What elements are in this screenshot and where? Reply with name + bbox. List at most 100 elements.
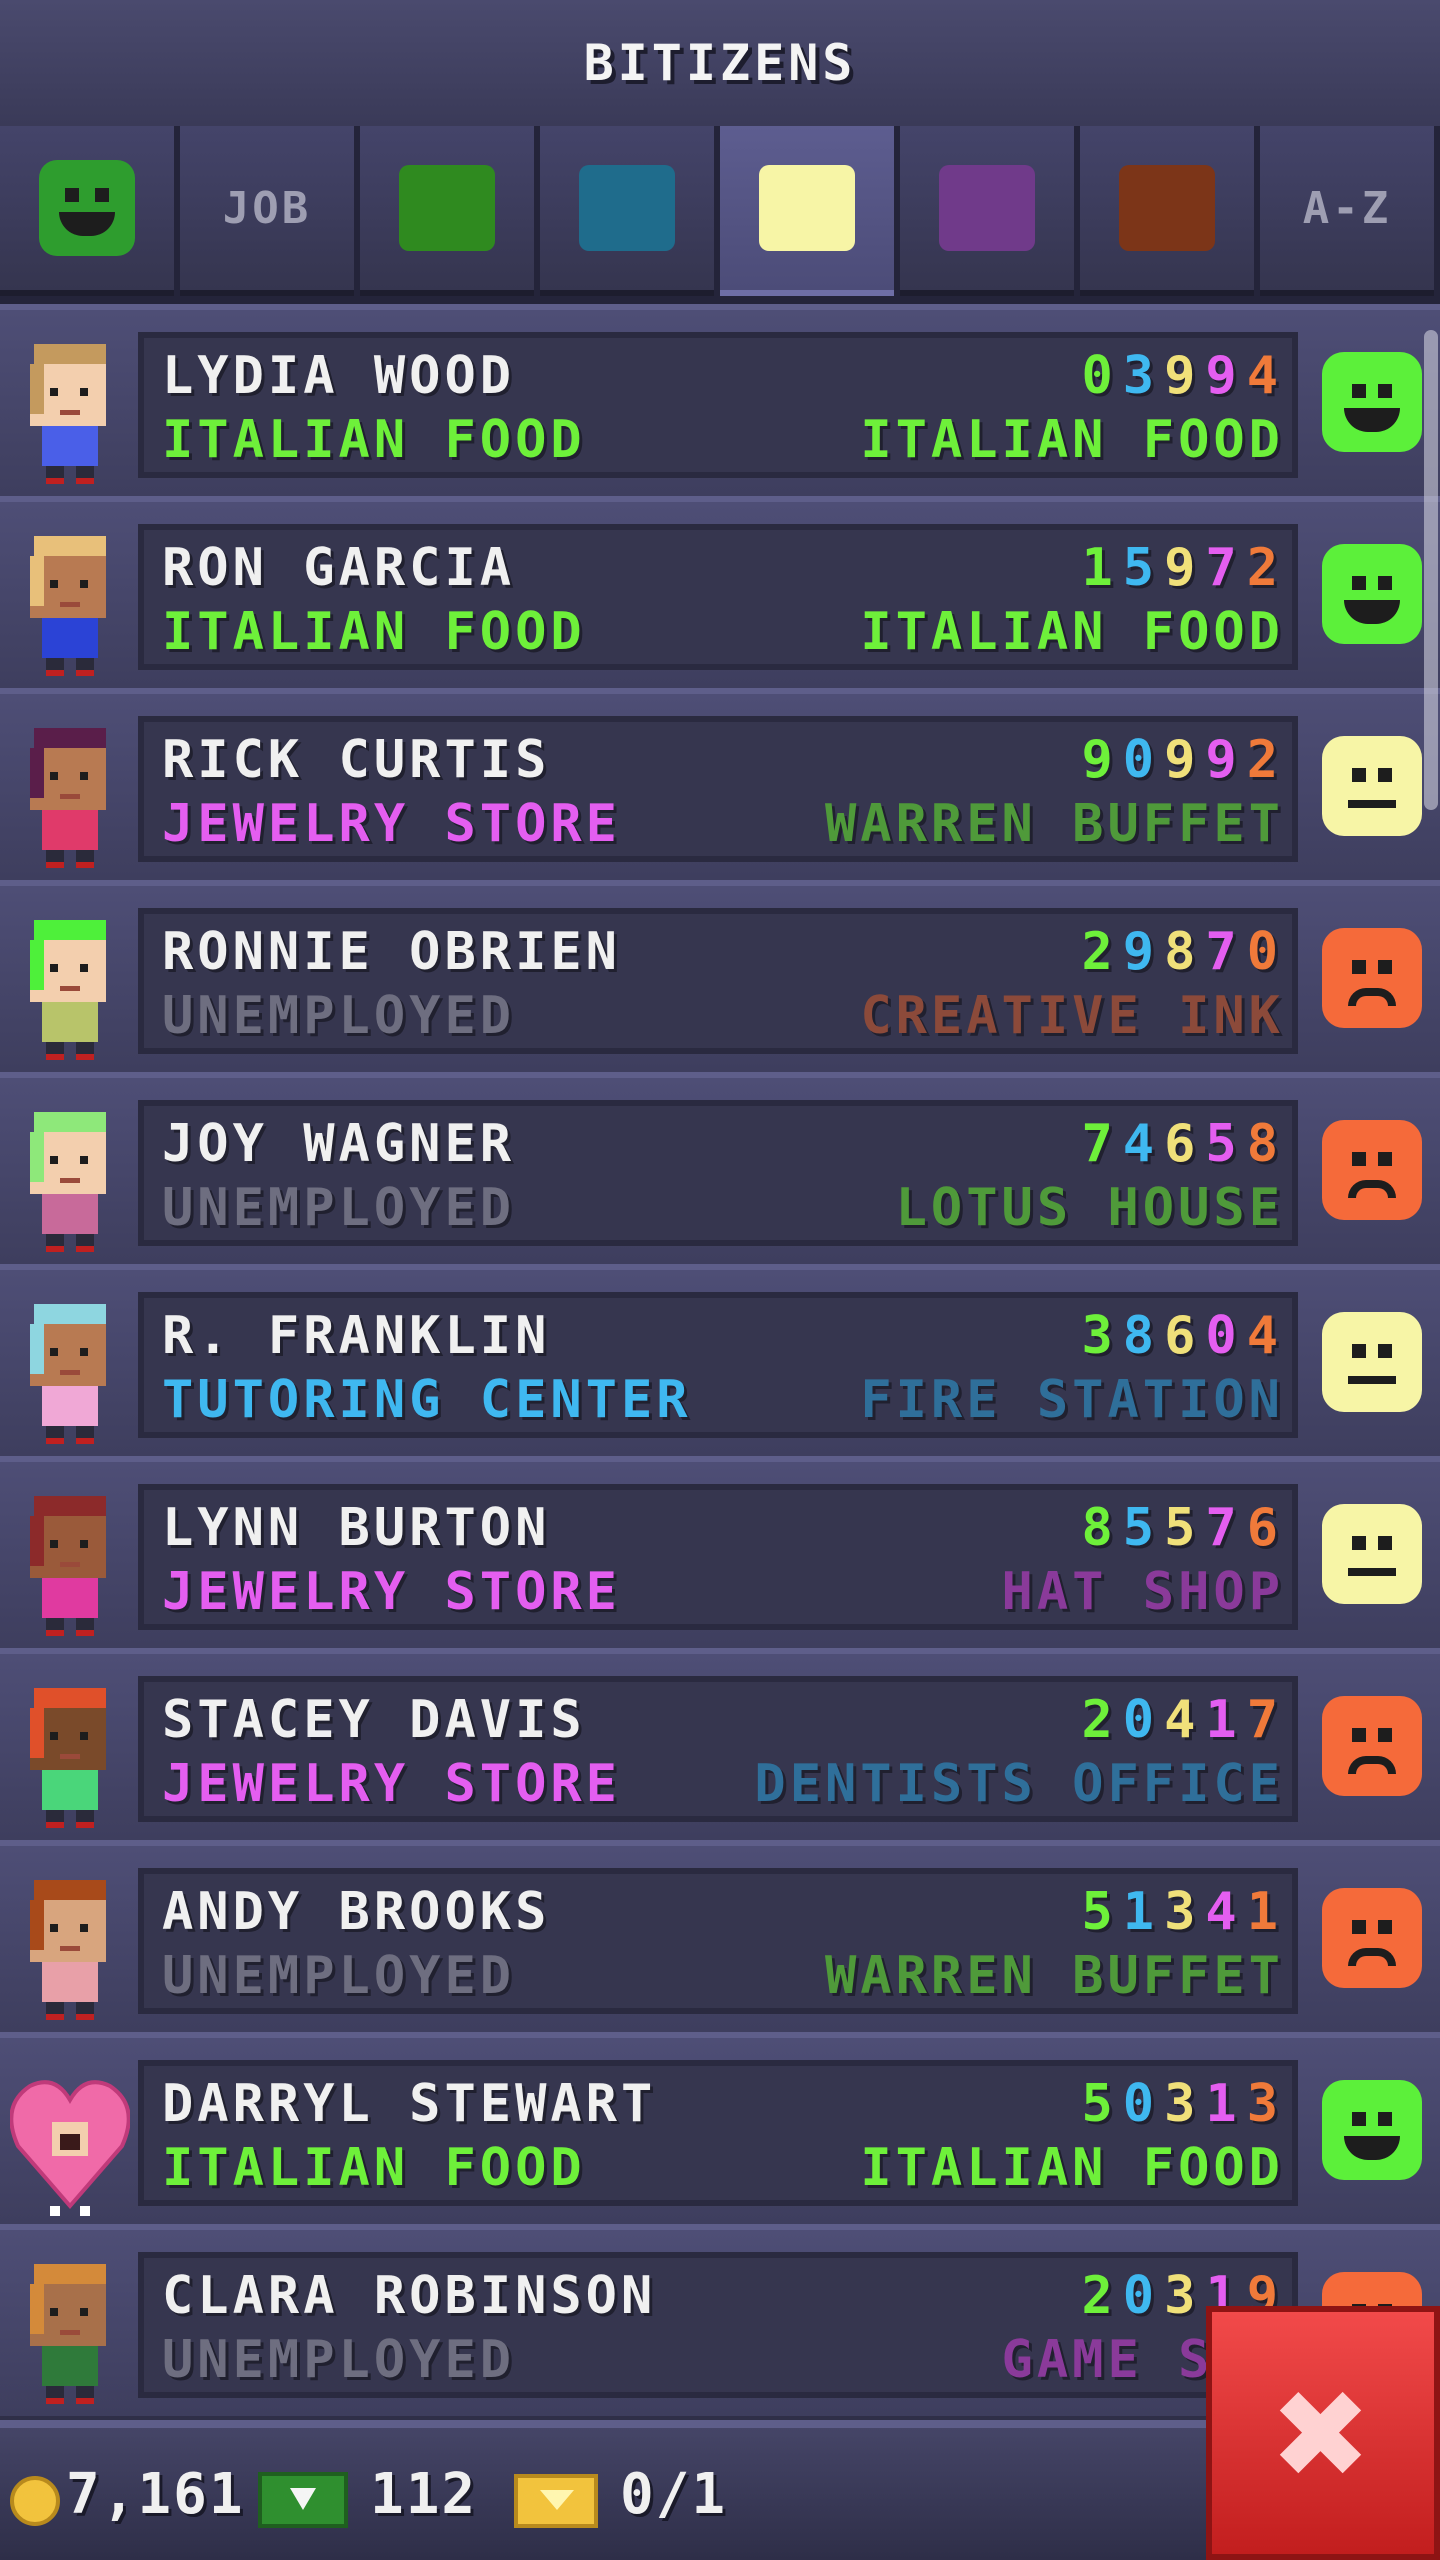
skill-digit: 8 (1246, 1114, 1288, 1174)
filter-tab-yellow-category-swatch[interactable] (720, 126, 894, 296)
bitizen-dream-job: FIRE STATION (860, 1370, 1284, 1430)
purple-category-swatch (939, 165, 1035, 251)
bitizen-card[interactable]: RONNIE OBRIEN UNEMPLOYED 29870 CREATIVE INK (138, 908, 1298, 1054)
skill-digit: 8 (1122, 1306, 1165, 1366)
bitizen-avatar (10, 1490, 130, 1640)
bitizen-avatar (10, 1682, 130, 1832)
skill-digit: 0 (1081, 346, 1123, 406)
bitizen-avatar (10, 1874, 130, 2024)
bitizen-row[interactable]: RONNIE OBRIEN UNEMPLOYED 29870 CREATIVE INK (0, 880, 1440, 1072)
skill-digit: 9 (1164, 346, 1206, 406)
skill-digit: 4 (1164, 1690, 1206, 1750)
bitizen-row[interactable]: RON GARCIA ITALIAN FOOD 15972 ITALIAN FOOD (0, 496, 1440, 688)
bitizen-row[interactable]: LYDIA WOOD ITALIAN FOOD 03994 ITALIAN FOOD (0, 304, 1440, 496)
skill-digit: 4 (1122, 1114, 1165, 1174)
skill-digit: 7 (1205, 538, 1247, 598)
skill-digit: 9 (1081, 730, 1123, 790)
filter-tab-job[interactable]: JOB (180, 126, 354, 296)
title-bar: BITIZENS (0, 0, 1440, 130)
bitizen-avatar (10, 914, 130, 1064)
skill-digit: 5 (1122, 1498, 1165, 1558)
bitizen-dream-job: LOTUS HOUSE (895, 1178, 1284, 1238)
filter-tab-blue-category-swatch[interactable] (540, 126, 714, 296)
bitizen-name: R. FRANKLIN (162, 1306, 551, 1366)
skill-stats: 85576 (1081, 1498, 1288, 1558)
skill-digit: 9 (1164, 538, 1206, 598)
skill-stats: 50313 (1081, 2074, 1288, 2134)
bitizen-avatar (10, 338, 130, 488)
skill-digit: 1 (1081, 538, 1123, 598)
filter-tabs: JOB A-Z (0, 126, 1440, 304)
bitizen-dream-job: WARREN BUFFET (825, 794, 1284, 854)
skill-stats: 74658 (1081, 1114, 1288, 1174)
bitizen-current-job: UNEMPLOYED (162, 2330, 516, 2390)
skill-digit: 0 (1122, 1690, 1165, 1750)
bitizen-card[interactable]: STACEY DAVIS JEWELRY STORE 20417 DENTISTS O… (138, 1676, 1298, 1822)
yellow-category-swatch (759, 165, 855, 251)
bitizen-row[interactable]: DARRYL STEWART ITALIAN FOOD 50313 ITALIAN F… (0, 2032, 1440, 2224)
neutral-mood-icon (1322, 736, 1422, 836)
sad-mood-icon (1322, 928, 1422, 1028)
green-category-swatch (399, 165, 495, 251)
bitizen-name: JOY WAGNER (162, 1114, 516, 1174)
skill-digit: 7 (1246, 1690, 1288, 1750)
skill-digit: 3 (1122, 346, 1165, 406)
bitizen-current-job: JEWELRY STORE (162, 1562, 621, 1622)
bitizen-dream-job: ITALIAN FOOD (860, 410, 1284, 470)
bitizen-card[interactable]: RON GARCIA ITALIAN FOOD 15972 ITALIAN FOOD (138, 524, 1298, 670)
skill-digit: 7 (1205, 1498, 1247, 1558)
bitizen-row[interactable]: LYNN BURTON JEWELRY STORE 85576 HAT SHOP (0, 1456, 1440, 1648)
skill-stats: 29870 (1081, 922, 1288, 982)
bitizen-row[interactable]: R. FRANKLIN TUTORING CENTER 38604 FIRE STAT… (0, 1264, 1440, 1456)
close-button[interactable]: ✖ (1206, 2306, 1440, 2560)
page-title: BITIZENS (583, 34, 857, 92)
skill-digit: 0 (1246, 922, 1288, 982)
skill-digit: 4 (1246, 1306, 1288, 1366)
skill-digit: 9 (1164, 730, 1206, 790)
filter-tab-a-z[interactable]: A-Z (1260, 126, 1434, 296)
bitizen-card[interactable]: CLARA ROBINSON UNEMPLOYED 20319 GAME STO (138, 2252, 1298, 2398)
bitizen-current-job: ITALIAN FOOD (162, 602, 586, 662)
bitizen-dream-job: DENTISTS OFFICE (754, 1754, 1284, 1814)
skill-stats: 90992 (1081, 730, 1288, 790)
bitizen-current-job: ITALIAN FOOD (162, 2138, 586, 2198)
bitizen-dream-job: ITALIAN FOOD (860, 2138, 1284, 2198)
skill-digit: 9 (1205, 730, 1247, 790)
bitizen-card[interactable]: RICK CURTIS JEWELRY STORE 90992 WARREN BUFF… (138, 716, 1298, 862)
filter-tab-happy-smiley-icon[interactable] (0, 126, 174, 296)
happy-mood-icon (1322, 544, 1422, 644)
bitizen-row[interactable]: STACEY DAVIS JEWELRY STORE 20417 DENTISTS O… (0, 1648, 1440, 1840)
bitizen-current-job: UNEMPLOYED (162, 1946, 516, 2006)
scrollbar[interactable] (1424, 330, 1438, 810)
bitizen-name: LYDIA WOOD (162, 346, 516, 406)
bitizen-card[interactable]: DARRYL STEWART ITALIAN FOOD 50313 ITALIAN F… (138, 2060, 1298, 2206)
filter-tab-brown-category-swatch[interactable] (1080, 126, 1254, 296)
bitizen-name: RICK CURTIS (162, 730, 551, 790)
bitizen-card[interactable]: LYNN BURTON JEWELRY STORE 85576 HAT SHOP (138, 1484, 1298, 1630)
bitizen-card[interactable]: JOY WAGNER UNEMPLOYED 74658 LOTUS HOUSE (138, 1100, 1298, 1246)
bitizen-row[interactable]: ANDY BROOKS UNEMPLOYED 51341 WARREN BUFFET (0, 1840, 1440, 2032)
bitizen-row[interactable]: JOY WAGNER UNEMPLOYED 74658 LOTUS HOUSE (0, 1072, 1440, 1264)
bux-icon (258, 2472, 348, 2528)
bitizen-row[interactable]: RICK CURTIS JEWELRY STORE 90992 WARREN BUFF… (0, 688, 1440, 880)
filter-tab-purple-category-swatch[interactable] (900, 126, 1074, 296)
coin-icon (10, 2476, 60, 2526)
skill-digit: 3 (1164, 2074, 1206, 2134)
bitizen-name: CLARA ROBINSON (162, 2266, 657, 2326)
skill-digit: 5 (1081, 1882, 1123, 1942)
skill-digit: 1 (1205, 2074, 1247, 2134)
bitizen-card[interactable]: ANDY BROOKS UNEMPLOYED 51341 WARREN BUFFET (138, 1868, 1298, 2014)
skill-digit: 6 (1246, 1498, 1288, 1558)
heart-costume-avatar (9, 2066, 131, 2216)
skill-digit: 8 (1081, 1498, 1123, 1558)
bitizen-current-job: ITALIAN FOOD (162, 410, 586, 470)
skill-digit: 3 (1164, 1882, 1206, 1942)
filter-tab-green-category-swatch[interactable] (360, 126, 534, 296)
bitizen-card[interactable]: R. FRANKLIN TUTORING CENTER 38604 FIRE STAT… (138, 1292, 1298, 1438)
bitizen-name: RON GARCIA (162, 538, 516, 598)
bitizen-list[interactable]: LYDIA WOOD ITALIAN FOOD 03994 ITALIAN FOOD R… (0, 304, 1440, 2420)
happy-smiley-icon (39, 160, 135, 256)
bitizen-card[interactable]: LYDIA WOOD ITALIAN FOOD 03994 ITALIAN FOOD (138, 332, 1298, 478)
skill-stats: 38604 (1081, 1306, 1288, 1366)
bitizen-dream-job: ITALIAN FOOD (860, 602, 1284, 662)
